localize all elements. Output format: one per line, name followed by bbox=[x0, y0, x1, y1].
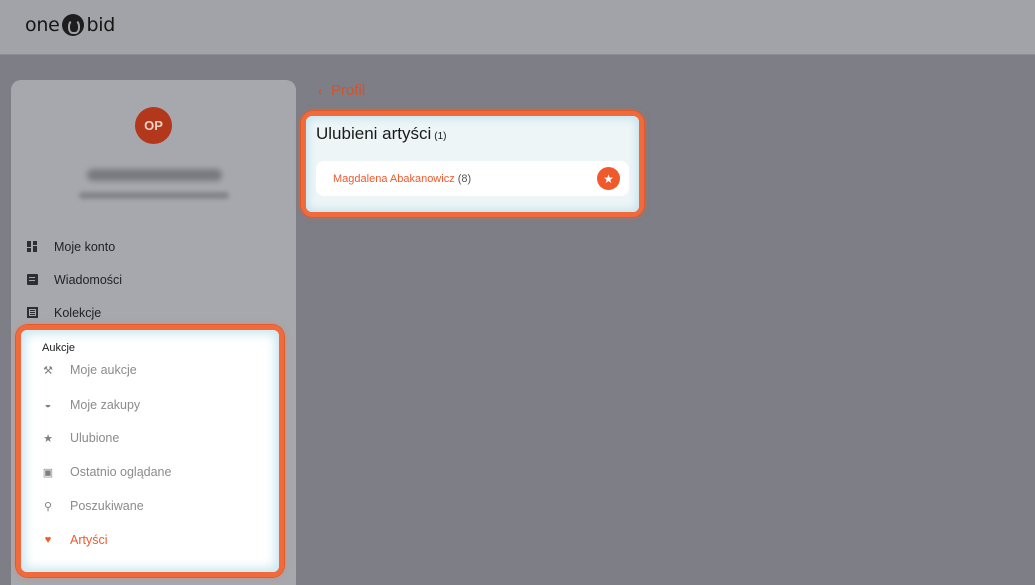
star-icon: ★ bbox=[43, 432, 53, 445]
auctions-section: Aukcje ⚒ Moje aukcje ◒ Moje zakupy ★ Ulu… bbox=[21, 330, 279, 572]
gavel-icon: ⚒ bbox=[43, 364, 53, 377]
sidebar-item-label: Moje zakupy bbox=[70, 398, 141, 412]
avatar[interactable]: OP bbox=[135, 107, 172, 144]
history-icon: ▣ bbox=[42, 466, 54, 479]
top-bar: one bid bbox=[0, 0, 1035, 55]
page-title: Ulubieni artyści (1) bbox=[316, 124, 447, 144]
page-title-text: Ulubieni artyści bbox=[316, 124, 432, 143]
sidebar-item-favorites[interactable]: ★ Ulubione bbox=[42, 428, 119, 448]
sidebar-item-my-purchases[interactable]: ◒ Moje zakupy bbox=[42, 395, 141, 415]
logo-text-one: one bbox=[25, 14, 60, 36]
sidebar-item-label: Wiadomości bbox=[54, 272, 123, 287]
search-icon: ⚲ bbox=[43, 500, 53, 513]
sidebar-item-wanted[interactable]: ⚲ Poszukiwane bbox=[42, 496, 144, 516]
unfavorite-star-icon[interactable]: ★ bbox=[597, 167, 620, 190]
sidebar-item-my-auctions[interactable]: ⚒ Moje aukcje bbox=[42, 360, 137, 380]
auctions-section-highlight: Aukcje ⚒ Moje aukcje ◒ Moje zakupy ★ Ulu… bbox=[16, 325, 284, 577]
logo-text-bid: bid bbox=[86, 14, 115, 36]
sidebar-item-label: Moje aukcje bbox=[70, 363, 137, 377]
favorite-artists-panel: Ulubieni artyści (1) Magdalena Abakanowic… bbox=[306, 116, 639, 212]
chat-icon bbox=[27, 274, 38, 285]
sidebar-item-label: Poszukiwane bbox=[70, 499, 144, 513]
back-to-profile-link[interactable]: ‹ Profil bbox=[318, 82, 365, 99]
sidebar-item-label: Ostatnio oglądane bbox=[70, 465, 172, 479]
account-menu: Moje konto Wiadomości Kolekcje bbox=[11, 230, 296, 329]
artist-name-link[interactable]: Magdalena Abakanowicz bbox=[333, 173, 455, 185]
dashboard-icon bbox=[27, 241, 38, 252]
heart-icon: ♥ bbox=[44, 534, 52, 546]
sidebar-item-artists[interactable]: ♥ Artyści bbox=[42, 530, 108, 550]
basket-icon: ◒ bbox=[44, 399, 52, 411]
chevron-left-icon: ‹ bbox=[318, 83, 322, 98]
artist-lot-count: (8) bbox=[457, 172, 472, 185]
onebid-logo[interactable]: one bid bbox=[25, 14, 115, 36]
favorites-count: (1) bbox=[434, 131, 447, 142]
sidebar-item-label: Kolekcje bbox=[54, 305, 102, 320]
sidebar-item-messages[interactable]: Wiadomości bbox=[11, 263, 296, 296]
list-item: Magdalena Abakanowicz (8) ★ bbox=[316, 161, 629, 196]
blurred-email bbox=[79, 192, 229, 199]
logo-mark-icon bbox=[62, 14, 85, 36]
section-title: Aukcje bbox=[42, 342, 76, 354]
sidebar-item-recently-viewed[interactable]: ▣ Ostatnio oglądane bbox=[42, 462, 172, 482]
collections-icon bbox=[27, 307, 38, 318]
favorite-artists-highlight: Ulubieni artyści (1) Magdalena Abakanowic… bbox=[301, 111, 644, 217]
back-link-label: Profil bbox=[331, 82, 366, 99]
sidebar-item-label: Artyści bbox=[70, 533, 108, 547]
blurred-username bbox=[87, 169, 222, 181]
sidebar-item-label: Ulubione bbox=[70, 431, 120, 445]
cut-off-menu-item bbox=[46, 578, 86, 585]
sidebar-item-label: Moje konto bbox=[54, 239, 116, 254]
sidebar-item-account[interactable]: Moje konto bbox=[11, 230, 296, 263]
